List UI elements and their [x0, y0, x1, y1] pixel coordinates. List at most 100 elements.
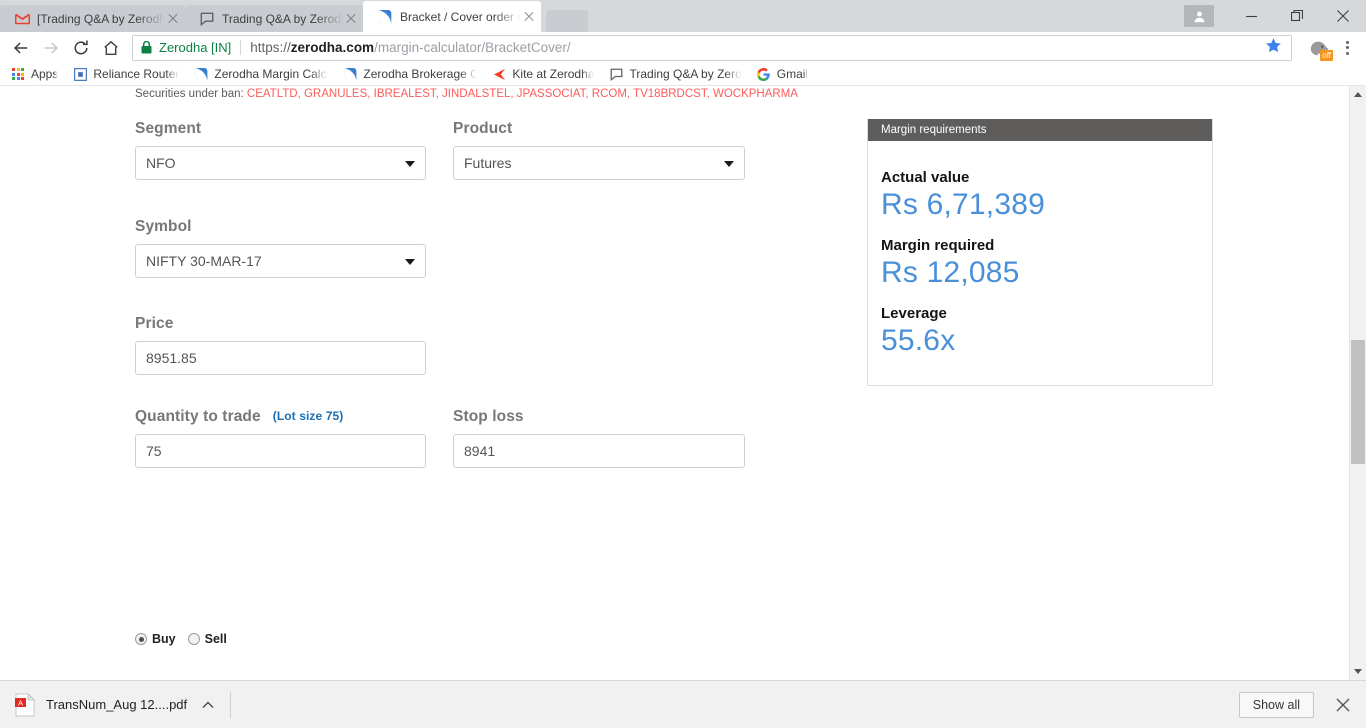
- tab-close-icon[interactable]: [165, 11, 181, 27]
- browser-toolbar: Zerodha [IN] https://zerodha.com/margin-…: [0, 32, 1366, 63]
- close-icon[interactable]: [1330, 692, 1356, 718]
- symbol-select[interactable]: NIFTY 30-MAR-17: [135, 244, 426, 278]
- tab-close-icon[interactable]: [521, 9, 537, 25]
- radio-sell-indicator[interactable]: [187, 633, 200, 645]
- page-viewport: Securities under ban: CEATLTD, GRANULES,…: [0, 86, 1366, 680]
- url-scheme: https://: [250, 40, 291, 55]
- stoploss-input[interactable]: 8941: [453, 434, 745, 468]
- bookmark-star-icon[interactable]: [1265, 37, 1283, 59]
- field-symbol: Symbol NIFTY 30-MAR-17: [135, 218, 426, 278]
- field-product: Product Futures: [453, 120, 745, 180]
- quantity-label-text: Quantity to trade: [135, 408, 261, 425]
- margin-item-key: Margin required: [881, 237, 995, 254]
- address-bar[interactable]: Zerodha [IN] https://zerodha.com/margin-…: [132, 34, 1292, 61]
- field-quantity: Quantity to trade (Lot size 75) 75: [135, 408, 426, 468]
- margin-item-value: 55.6x: [881, 324, 956, 357]
- tab-trading-qa[interactable]: Trading Q&A by Zerodha: [185, 5, 363, 32]
- product-select[interactable]: Futures: [453, 146, 745, 180]
- page-scrollbar[interactable]: [1349, 86, 1366, 680]
- margin-item-actual-value: Actual value Rs 6,71,389: [881, 169, 1212, 223]
- tab-close-icon[interactable]: [343, 11, 359, 27]
- bookmark-label: Zerodha Margin Calcu: [214, 67, 329, 81]
- new-tab-button[interactable]: [546, 10, 588, 32]
- tab-bracket-cover-active[interactable]: Bracket / Cover order ma: [363, 1, 541, 32]
- bookmark-kite-at-zerodha[interactable]: Kite at Zerodha: [491, 66, 594, 82]
- scroll-up-icon[interactable]: [1350, 86, 1366, 103]
- bookmark-reliance-router[interactable]: Reliance Router: [72, 66, 179, 82]
- discourse-icon: [199, 11, 215, 27]
- minimize-icon[interactable]: [1228, 0, 1274, 32]
- pdf-file-icon: A: [14, 692, 36, 717]
- url-path: /margin-calculator/BracketCover/: [374, 40, 571, 55]
- restore-icon[interactable]: [1274, 0, 1320, 32]
- margin-item-value: Rs 12,085: [881, 256, 1020, 289]
- transaction-side-group: Buy Sell: [135, 632, 239, 646]
- discourse-icon: [608, 66, 624, 82]
- download-file-name: TransNum_Aug 12....pdf: [46, 697, 188, 712]
- radio-sell[interactable]: Sell: [187, 632, 227, 646]
- home-icon[interactable]: [96, 33, 126, 63]
- back-icon[interactable]: [6, 33, 36, 63]
- profile-avatar[interactable]: [1184, 5, 1214, 27]
- margin-item-key: Actual value: [881, 169, 970, 186]
- securities-under-ban: Securities under ban: CEATLTD, GRANULES,…: [135, 88, 798, 100]
- bookmark-zerodha-brokerage-calculator[interactable]: Zerodha Brokerage Ca: [342, 66, 477, 82]
- segment-select[interactable]: NFO: [135, 146, 426, 180]
- quantity-value: 75: [146, 443, 162, 459]
- ban-symbols: CEATLTD, GRANULES, IBREALEST, JINDALSTEL…: [246, 88, 798, 100]
- scrollbar-thumb[interactable]: [1351, 340, 1365, 464]
- omnibox-divider: [240, 40, 242, 55]
- stoploss-label: Stop loss: [453, 408, 524, 425]
- radio-buy[interactable]: Buy: [135, 632, 176, 646]
- bookmark-label: Reliance Router: [93, 67, 180, 81]
- form-row-symbol: Symbol NIFTY 30-MAR-17: [135, 218, 755, 278]
- router-icon: [72, 66, 88, 82]
- chevron-down-icon: [724, 161, 734, 167]
- chrome-menu-icon[interactable]: [1334, 35, 1360, 61]
- chevron-down-icon: [405, 259, 415, 265]
- bookmark-label: Gmail: [776, 67, 809, 81]
- bookmark-apps[interactable]: Apps: [10, 66, 58, 82]
- radio-sell-label: Sell: [204, 632, 227, 646]
- calculator-form: Segment NFO Product Futures Symbol NIFTY…: [135, 120, 755, 468]
- close-icon[interactable]: [1320, 0, 1366, 32]
- form-row-quantity-stoploss: Quantity to trade (Lot size 75) 75 Stop l…: [135, 408, 755, 468]
- security-label: Zerodha [IN]: [159, 40, 232, 55]
- bookmarks-bar: Apps Reliance Router Zerodha Margin Calc…: [0, 63, 1366, 86]
- extension-icon[interactable]: off: [1306, 35, 1333, 61]
- chevron-down-icon: [405, 161, 415, 167]
- field-price: Price 8951.85: [135, 315, 426, 375]
- margin-requirements-panel: Margin requirements Actual value Rs 6,71…: [867, 119, 1213, 386]
- lot-size-note: (Lot size 75): [272, 409, 344, 423]
- scroll-down-icon[interactable]: [1350, 663, 1366, 680]
- download-item[interactable]: A TransNum_Aug 12....pdf: [14, 689, 216, 721]
- bookmark-trading-qa[interactable]: Trading Q&A by Zero: [608, 66, 742, 82]
- url-host: zerodha.com: [290, 40, 375, 55]
- tab-gmail[interactable]: [Trading Q&A by Zerodha: [0, 5, 185, 32]
- bookmark-zerodha-margin-calculator[interactable]: Zerodha Margin Calcu: [193, 66, 328, 82]
- window-caption-buttons: [1184, 0, 1366, 32]
- ban-notice-label: Securities under ban:: [135, 88, 244, 100]
- segment-value: NFO: [146, 155, 176, 171]
- price-value: 8951.85: [146, 350, 197, 366]
- chevron-up-icon[interactable]: [200, 697, 216, 713]
- shelf-right-controls: Show all: [1238, 691, 1366, 718]
- zerodha-icon: [377, 9, 393, 25]
- price-input[interactable]: 8951.85: [135, 341, 426, 375]
- margin-panel-body: Actual value Rs 6,71,389 Margin required…: [868, 141, 1212, 385]
- bookmark-label: Apps: [31, 67, 59, 81]
- kite-icon: [491, 66, 507, 82]
- show-all-button[interactable]: Show all: [1238, 691, 1314, 718]
- reload-icon[interactable]: [66, 33, 96, 63]
- margin-item-leverage: Leverage 55.6x: [881, 305, 1212, 359]
- quantity-input[interactable]: 75: [135, 434, 426, 468]
- tab-title: Trading Q&A by Zerodha: [222, 11, 343, 26]
- margin-item-value: Rs 6,71,389: [881, 188, 1045, 221]
- bookmark-label: Zerodha Brokerage Ca: [363, 67, 478, 81]
- radio-buy-indicator[interactable]: [135, 633, 147, 645]
- forward-icon: [36, 33, 66, 63]
- bookmark-gmail[interactable]: Gmail: [756, 66, 808, 82]
- tab-title: [Trading Q&A by Zerodha: [37, 11, 165, 26]
- field-segment: Segment NFO: [135, 120, 426, 180]
- bookmark-label: Trading Q&A by Zero: [629, 67, 742, 81]
